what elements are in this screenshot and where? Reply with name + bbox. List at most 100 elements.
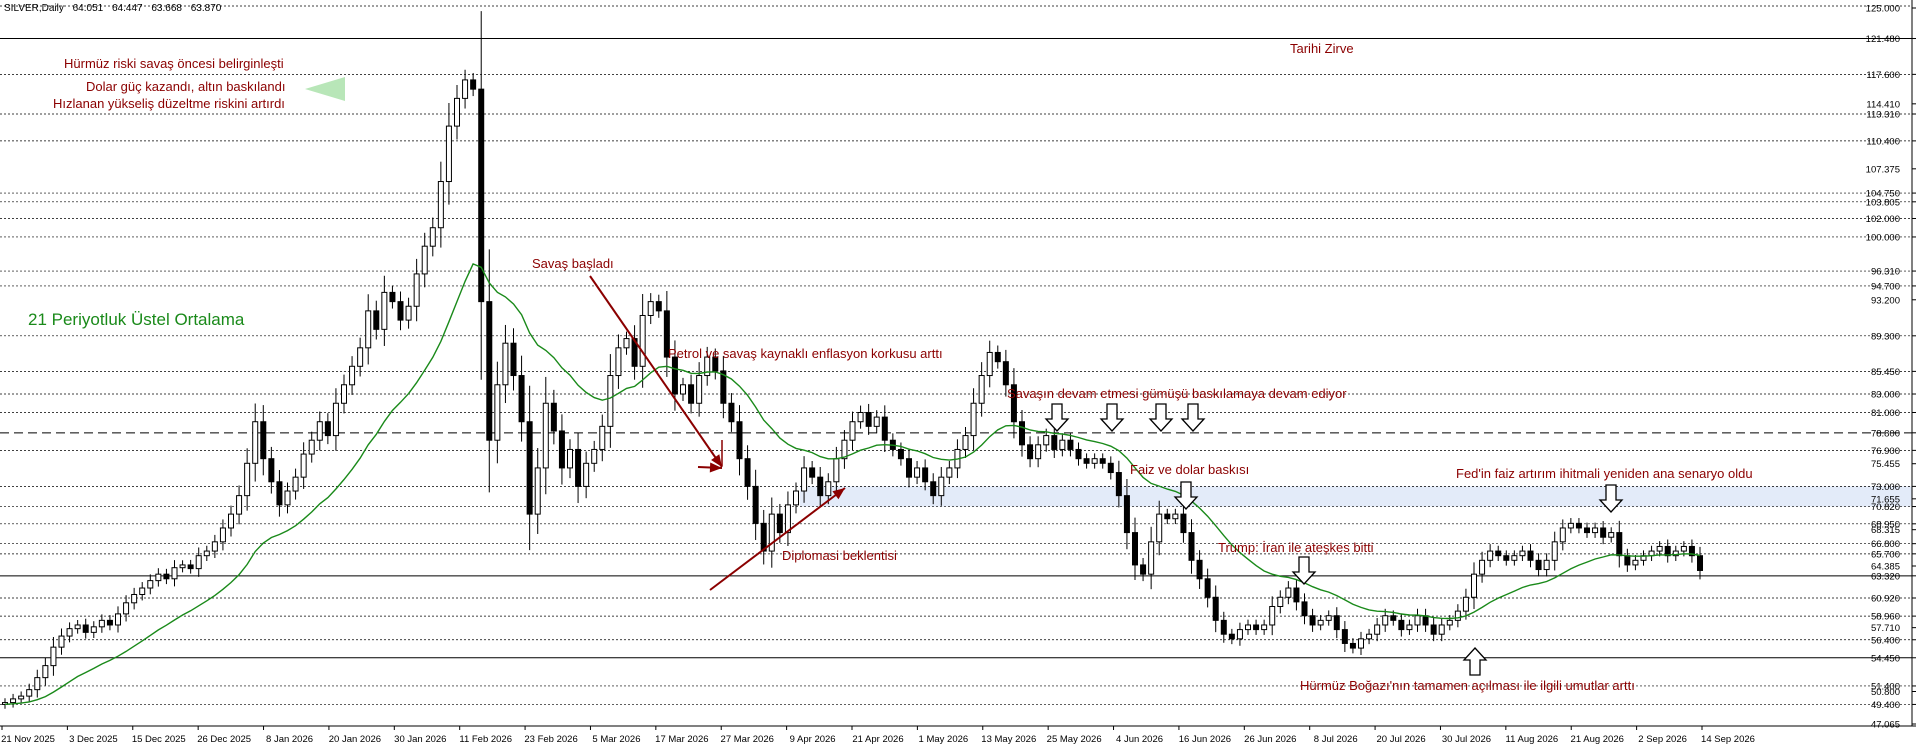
annotation-arrows <box>305 77 1624 676</box>
date-tick-label: 5 Mar 2026 <box>592 734 640 745</box>
candle-body <box>114 613 122 626</box>
candle-body <box>1220 619 1227 635</box>
candle-body <box>268 458 275 483</box>
candle-body <box>1107 462 1114 474</box>
high-value: 64.447 <box>112 3 143 14</box>
date-tick-label: 25 May 2026 <box>1047 734 1102 745</box>
down-arrow-marker <box>1148 403 1174 432</box>
candle-body <box>671 356 678 395</box>
date-tick-label: 14 Sep 2026 <box>1701 734 1755 745</box>
candle-body <box>82 624 89 633</box>
candle-body <box>1543 559 1550 571</box>
candle-body <box>518 375 525 423</box>
candle-body <box>752 485 759 524</box>
price-chart[interactable]: 125.000121.480117.600114.410113.310110.4… <box>0 0 1916 754</box>
candle-body <box>1075 448 1082 460</box>
candle-body <box>429 227 436 247</box>
candle-body <box>131 593 138 604</box>
date-tick-label: 20 Jul 2026 <box>1377 734 1426 745</box>
up-arrow-marker <box>1462 647 1488 676</box>
candle-body <box>1390 615 1397 621</box>
candle-body <box>1333 615 1340 631</box>
price-tick-label: 47.065 <box>1871 720 1900 731</box>
candle-body <box>179 564 186 569</box>
candle-body <box>1285 587 1292 598</box>
annotation-war-started: Savaş başladı <box>532 256 614 271</box>
candle-body <box>776 513 783 534</box>
candle-body <box>74 624 81 630</box>
annotation-war-pressure: Savaşın devam etmesi gümüşü baskılamaya … <box>1007 386 1347 401</box>
low-value: 63.668 <box>151 3 182 14</box>
date-tick-label: 30 Jul 2026 <box>1442 734 1491 745</box>
candle-body <box>962 435 969 450</box>
candle-body <box>187 564 194 570</box>
candle-body <box>1164 513 1171 520</box>
candle-body <box>340 384 348 404</box>
candle-body <box>1261 624 1268 631</box>
candle-body <box>994 351 1001 363</box>
date-tick-label: 13 May 2026 <box>981 734 1036 745</box>
candle-body <box>1027 444 1034 460</box>
candle-body <box>1059 439 1066 450</box>
candle-body <box>1018 421 1026 446</box>
open-value: 64.051 <box>72 3 104 14</box>
candle-body <box>373 310 380 330</box>
candle-body <box>897 448 904 460</box>
candle-body <box>10 698 17 704</box>
candle-body <box>1035 444 1042 460</box>
candle-body <box>421 245 428 275</box>
price-tick-label: 117.600 <box>1866 70 1900 81</box>
candle-body <box>1680 545 1687 552</box>
candle-body <box>1414 615 1421 626</box>
price-tick-label: 81.000 <box>1871 408 1900 419</box>
candle-body <box>1398 619 1405 631</box>
price-tick-label: 57.710 <box>1871 623 1900 634</box>
candle-body <box>123 602 130 615</box>
candle-body <box>1446 619 1453 626</box>
candle-body <box>1462 596 1469 612</box>
candle-body <box>986 351 993 377</box>
candle-body <box>1487 550 1494 561</box>
candle-body <box>316 421 323 441</box>
date-tick-label: 2 Sep 2026 <box>1638 734 1687 745</box>
candle-body <box>1511 555 1518 561</box>
candle-body <box>163 573 170 580</box>
candle-body <box>857 411 864 423</box>
candle-body <box>1366 633 1373 640</box>
candle-body <box>244 462 251 497</box>
date-tick-label: 4 Jun 2026 <box>1116 734 1163 745</box>
candle-body <box>1357 638 1365 649</box>
price-tick-label: 102.000 <box>1866 214 1900 225</box>
candle-body <box>1236 629 1243 640</box>
ema-label: 21 Periyotluk Üstel Ortalama <box>28 310 245 329</box>
price-tick-label: 73.000 <box>1871 482 1900 493</box>
candle-body <box>558 430 565 469</box>
candle-body <box>292 476 299 492</box>
price-tick-label: 113.310 <box>1866 109 1900 120</box>
date-tick-label: 20 Jan 2026 <box>329 734 381 745</box>
candle-body <box>276 481 283 506</box>
candle-body <box>357 347 364 367</box>
candle-body <box>905 458 913 478</box>
candle-body <box>1123 495 1130 534</box>
candle-body <box>946 467 953 478</box>
candle-body <box>914 467 921 478</box>
candle-body <box>1067 439 1074 450</box>
date-tick-label: 9 Apr 2026 <box>790 734 836 745</box>
candle-body <box>736 421 743 460</box>
annotation-diplomacy: Diplomasi beklentisi <box>782 548 897 563</box>
candle-body <box>42 665 49 679</box>
down-arrow-marker <box>1044 403 1070 432</box>
price-tick-label: 63.320 <box>1871 571 1900 582</box>
candle-body <box>147 580 154 589</box>
candle-body <box>1131 532 1139 566</box>
candle-body <box>219 527 226 543</box>
candle-body <box>1382 615 1389 626</box>
candle-body <box>817 476 824 497</box>
candle-body <box>453 97 461 127</box>
date-tick-label: 27 Mar 2026 <box>721 734 774 745</box>
candle-body <box>873 416 880 427</box>
candle-body <box>26 689 33 697</box>
price-tick-label: 54.450 <box>1871 653 1900 664</box>
candle-body <box>825 481 832 497</box>
